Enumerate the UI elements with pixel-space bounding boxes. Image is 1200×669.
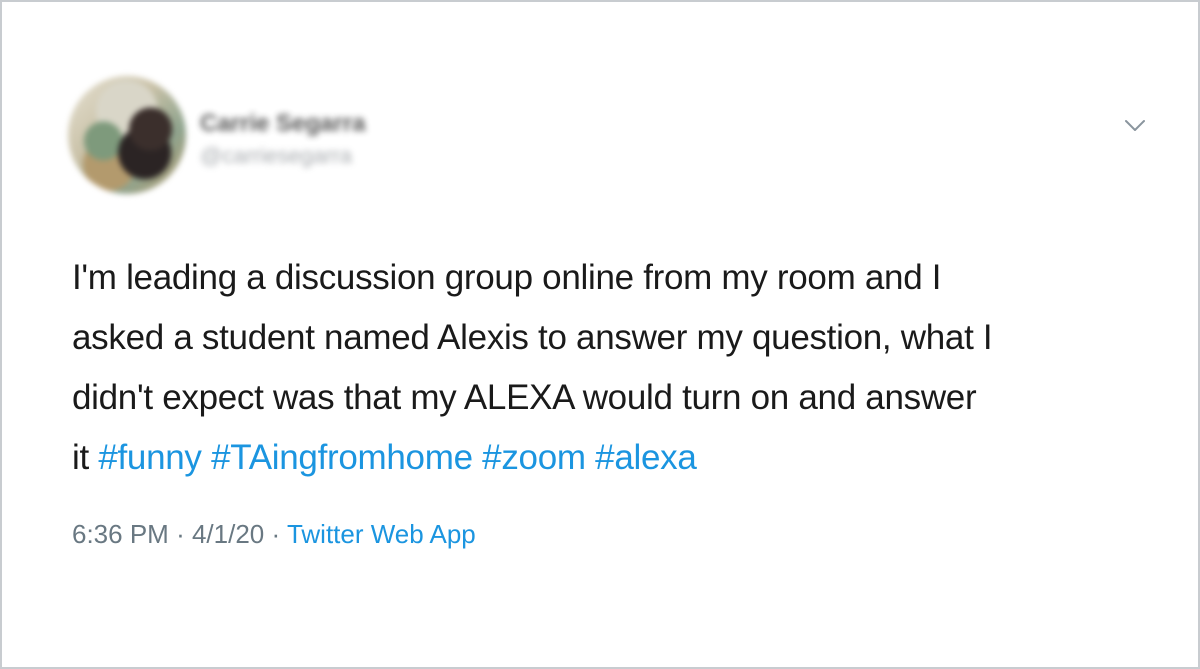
hashtag-link[interactable]: #TAingfromhome bbox=[211, 438, 473, 477]
tweet-header: Carrie Segarra @carriesegarra bbox=[68, 76, 1148, 196]
hashtag-link[interactable]: #alexa bbox=[595, 438, 697, 477]
author-display-name[interactable]: Carrie Segarra bbox=[200, 110, 365, 138]
tweet-line: didn't expect was that my ALEXA would tu… bbox=[72, 378, 977, 417]
author-info[interactable]: Carrie Segarra @carriesegarra bbox=[200, 110, 365, 170]
tweet-source-link[interactable]: Twitter Web App bbox=[287, 519, 476, 549]
tweet-line: asked a student named Alexis to answer m… bbox=[72, 318, 993, 357]
tweet-line-last: it #funny #TAingfromhome #zoom #alexa bbox=[72, 428, 1132, 488]
tweet-card: Carrie Segarra @carriesegarra I'm leadin… bbox=[0, 0, 1200, 669]
author-handle[interactable]: @carriesegarra bbox=[200, 142, 365, 170]
hashtag-link[interactable]: #funny bbox=[98, 438, 202, 477]
tweet-line: I'm leading a discussion group online fr… bbox=[72, 258, 942, 297]
meta-separator: · bbox=[271, 519, 281, 549]
tweet-metadata: 6:36 PM · 4/1/20 · Twitter Web App bbox=[72, 516, 476, 552]
hashtag-link[interactable]: #zoom bbox=[482, 438, 586, 477]
avatar[interactable] bbox=[68, 76, 186, 194]
tweet-text-fragment: it bbox=[72, 438, 89, 477]
tweet-time[interactable]: 6:36 PM bbox=[72, 519, 169, 549]
tweet-date[interactable]: 4/1/20 bbox=[192, 519, 264, 549]
meta-separator: · bbox=[176, 519, 185, 549]
tweet-text: I'm leading a discussion group online fr… bbox=[72, 248, 1132, 488]
chevron-down-icon[interactable] bbox=[1122, 112, 1148, 138]
